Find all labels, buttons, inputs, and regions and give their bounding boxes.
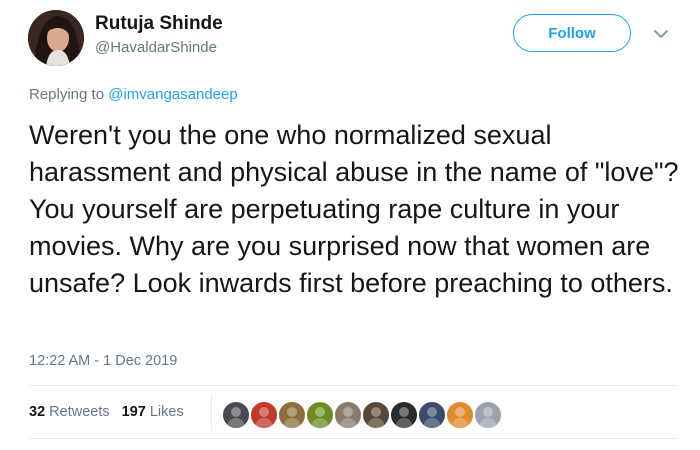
likes-count: 197 — [121, 404, 146, 420]
follow-button[interactable]: Follow — [513, 14, 631, 52]
liker-avatar[interactable] — [474, 401, 502, 429]
liker-avatar[interactable] — [334, 401, 362, 429]
retweets-count: 32 — [29, 404, 46, 420]
tweet-stats: 32 Retweets 197 Likes — [29, 404, 184, 420]
stats-separator — [211, 395, 212, 431]
retweets-stat[interactable]: 32 Retweets — [29, 404, 110, 420]
follow-button-label: Follow — [548, 24, 596, 42]
tweet-text: Weren't you the one who normalized sexua… — [29, 120, 679, 298]
liker-avatar[interactable] — [250, 401, 278, 429]
replying-to: Replying to @imvangasandeep — [29, 86, 238, 103]
likes-label: Likes — [149, 404, 184, 420]
reply-mention-link[interactable]: @imvangasandeep — [108, 86, 237, 103]
likes-stat[interactable]: 197 Likes — [122, 404, 184, 420]
author-name[interactable]: Rutuja Shinde — [95, 13, 223, 35]
avatar-image — [28, 10, 84, 66]
liker-avatar[interactable] — [362, 401, 390, 429]
liker-avatar[interactable] — [306, 401, 334, 429]
divider — [29, 438, 678, 439]
liker-avatar[interactable] — [418, 401, 446, 429]
liker-avatar[interactable] — [222, 401, 250, 429]
liker-avatar[interactable] — [390, 401, 418, 429]
liker-avatar[interactable] — [278, 401, 306, 429]
retweets-label: Retweets — [49, 404, 110, 420]
author-avatar[interactable] — [28, 10, 84, 66]
divider — [29, 385, 678, 386]
replying-prefix: Replying to — [29, 86, 105, 103]
liker-avatar[interactable] — [446, 401, 474, 429]
author-handle[interactable]: @HavaldarShinde — [95, 39, 217, 56]
chevron-down-icon[interactable] — [652, 27, 670, 41]
tweet-timestamp[interactable]: 12:22 AM - 1 Dec 2019 — [29, 353, 177, 369]
